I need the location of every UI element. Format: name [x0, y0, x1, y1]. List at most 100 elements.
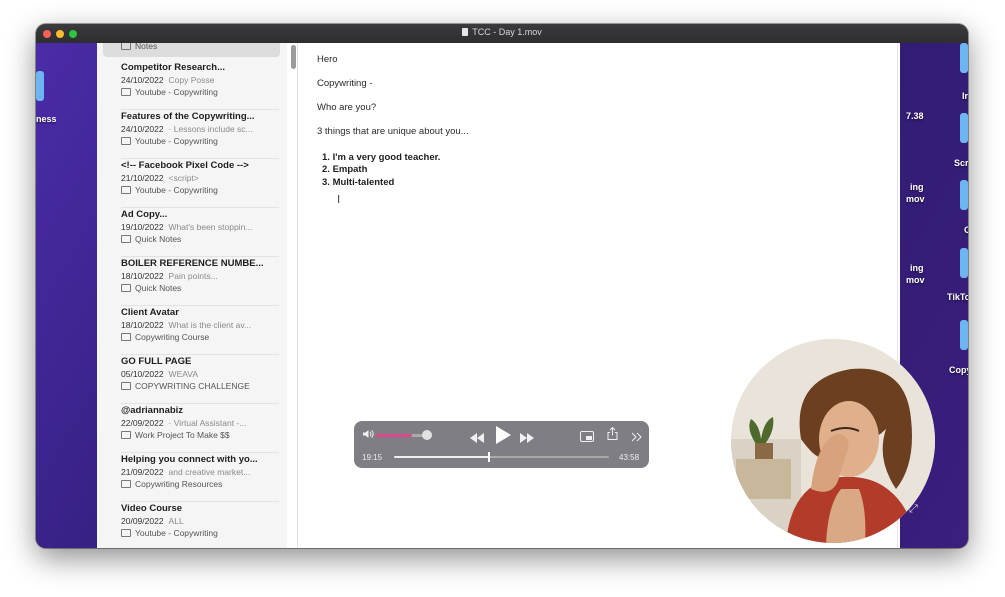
desktop-label: 7.38 — [906, 111, 924, 121]
note-preview: Pain points... — [168, 271, 218, 281]
desktop-label[interactable]: TikTo — [947, 292, 968, 302]
note-meta: 24/10/2022 Copy Posse — [121, 75, 279, 85]
desktop-file-icon[interactable] — [36, 71, 44, 101]
volume-slider-knob[interactable] — [422, 430, 432, 440]
note-title: Features of the Copywriting... — [121, 111, 255, 122]
note-list-item[interactable]: BOILER REFERENCE NUMBE... 18/10/2022 Pain … — [121, 256, 279, 306]
note-folder-label: Youtube - Copywriting — [135, 528, 218, 538]
note-list-item[interactable]: Client Avatar 18/10/2022 What is the clien… — [121, 305, 279, 355]
note-folder-label: COPYWRITING CHALLENGE — [135, 381, 250, 391]
note-folder: Work Project To Make $$ — [121, 430, 279, 440]
desktop-label[interactable]: C — [964, 225, 968, 235]
note-meta: 22/09/2022 · Virtual Assistant -... — [121, 418, 279, 428]
webcam-overlay — [731, 339, 935, 543]
document-icon — [462, 28, 469, 36]
note-list-item[interactable]: @adriannabiz 22/09/2022 · Virtual Assistan… — [121, 403, 279, 453]
note-list-item[interactable]: <!-- Facebook Pixel Code --> 21/10/2022 <s… — [121, 158, 279, 208]
note-folder: Copywriting Resources — [121, 479, 279, 489]
note-list-item[interactable]: Features of the Copywriting... 24/10/2022… — [121, 109, 279, 159]
desktop-file-icon[interactable] — [960, 113, 968, 143]
note-paragraph: 3 things that are unique about you... — [317, 126, 469, 137]
note-title: @adriannabiz — [121, 405, 184, 416]
note-list-item[interactable]: Ad Copy... 19/10/2022 What's been stoppin.… — [121, 207, 279, 257]
desktop-file-icon[interactable] — [960, 180, 968, 210]
folder-icon — [121, 529, 131, 537]
note-folder: COPYWRITING CHALLENGE — [121, 381, 279, 391]
folder-icon — [121, 333, 131, 341]
notes-list: Notes Competitor Research... 24/10/2022 Co… — [97, 43, 287, 548]
note-date: 21/09/2022 — [121, 467, 164, 477]
playhead[interactable] — [487, 452, 490, 462]
desktop-file-icon[interactable] — [960, 248, 968, 278]
playback-progress-fill — [394, 456, 489, 458]
note-preview: What is the client av... — [168, 320, 252, 330]
window-title: TCC - Day 1.mov — [36, 27, 968, 37]
play-icon[interactable] — [495, 426, 511, 449]
desktop-label[interactable]: Copy — [949, 365, 968, 375]
note-folder-label: Youtube - Copywriting — [135, 87, 218, 97]
note-preview: What's been stoppin... — [168, 222, 253, 232]
note-list-item[interactable]: GO FULL PAGE 05/10/2022 WEAVA COPYWRITING C… — [121, 354, 279, 404]
desktop-label[interactable]: Ir — [962, 91, 968, 101]
folder-icon — [121, 43, 131, 50]
note-date: 22/09/2022 — [121, 418, 164, 428]
note-title: Video Course — [121, 503, 183, 514]
note-meta: 18/10/2022 What is the client av... — [121, 320, 279, 330]
note-list-item[interactable]: Competitor Research... 24/10/2022 Copy Pos… — [121, 60, 279, 110]
expand-icon[interactable]: ⤢ — [909, 503, 918, 516]
note-date: 18/10/2022 — [121, 320, 164, 330]
note-folder-label: Youtube - Copywriting — [135, 185, 218, 195]
desktop-label[interactable]: ness — [36, 114, 57, 124]
volume-slider[interactable] — [376, 434, 428, 437]
note-meta: 19/10/2022 What's been stoppin... — [121, 222, 279, 232]
picture-in-picture-icon[interactable] — [580, 429, 594, 447]
more-options-icon[interactable] — [631, 429, 642, 447]
desktop-label: ing — [910, 182, 924, 192]
note-folder: Quick Notes — [121, 283, 279, 293]
note-title: Ad Copy... — [121, 209, 168, 220]
desktop-label: ing — [910, 263, 924, 273]
folder-icon — [121, 137, 131, 145]
note-folder-label: Youtube - Copywriting — [135, 136, 218, 146]
note-preview: ALL — [168, 516, 184, 526]
note-folder: Youtube - Copywriting — [121, 528, 279, 538]
note-paragraph: Hero — [317, 54, 338, 65]
note-meta: 20/09/2022 ALL — [121, 516, 279, 526]
note-title: Competitor Research... — [121, 62, 225, 73]
share-icon[interactable] — [607, 426, 618, 445]
note-title: Client Avatar — [121, 307, 179, 318]
folder-icon — [121, 88, 131, 96]
note-preview: · Lessons include sc... — [168, 124, 253, 134]
note-title: <!-- Facebook Pixel Code --> — [121, 160, 249, 171]
notes-list-scrollbar[interactable] — [291, 45, 296, 69]
desktop-label: mov — [906, 275, 925, 285]
desktop-file-icon[interactable] — [960, 320, 968, 350]
speaker-icon[interactable] — [362, 429, 374, 442]
desktop-file-icon[interactable] — [960, 43, 968, 73]
note-paragraph: Who are you? — [317, 102, 377, 113]
fast-forward-icon[interactable] — [519, 430, 535, 448]
note-meta: 21/09/2022 and creative market... — [121, 467, 279, 477]
note-date: 19/10/2022 — [121, 222, 164, 232]
note-list-item[interactable]: Video Course 20/09/2022 ALL Youtube - Copyw… — [121, 501, 279, 548]
note-folder: Quick Notes — [121, 234, 279, 244]
note-meta: 05/10/2022 WEAVA — [121, 369, 279, 379]
note-preview: and creative market... — [168, 467, 251, 477]
folder-icon — [121, 382, 131, 390]
note-folder-label: Quick Notes — [135, 234, 182, 244]
rewind-icon[interactable] — [469, 430, 485, 448]
note-preview: · Virtual Assistant -... — [168, 418, 247, 428]
note-date: 24/10/2022 — [121, 124, 164, 134]
desktop-label[interactable]: Scr — [954, 158, 968, 168]
playback-progress-bar[interactable] — [394, 452, 609, 462]
list-item-text: I'm a very good teacher. — [332, 152, 441, 163]
note-meta: 18/10/2022 Pain points... — [121, 271, 279, 281]
selected-note-fragment[interactable]: Notes — [103, 43, 280, 57]
note-title: GO FULL PAGE — [121, 356, 192, 367]
note-folder: Copywriting Course — [121, 332, 279, 342]
note-date: 20/09/2022 — [121, 516, 164, 526]
note-list-item[interactable]: Helping you connect with yo... 21/09/2022… — [121, 452, 279, 502]
note-date: 24/10/2022 — [121, 75, 164, 85]
volume-level — [376, 434, 413, 437]
total-duration: 43:58 — [619, 453, 640, 462]
